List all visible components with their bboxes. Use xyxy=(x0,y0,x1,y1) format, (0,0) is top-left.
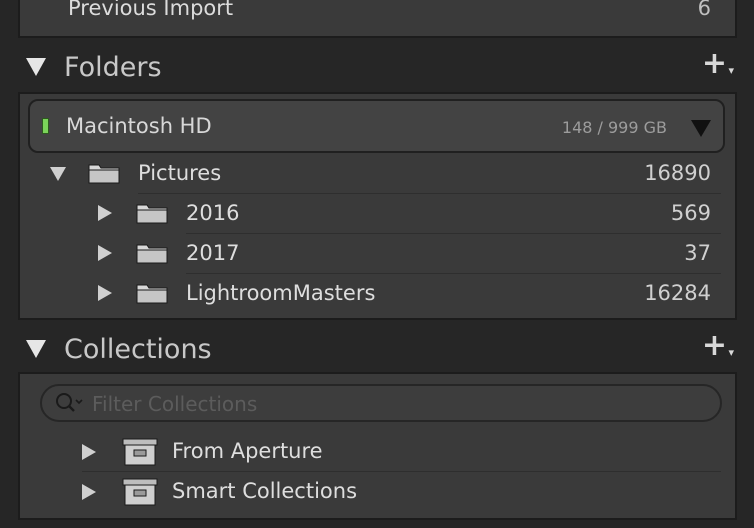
folder-count: 569 xyxy=(670,201,711,225)
filter-collections-field[interactable] xyxy=(40,384,722,422)
collection-set-icon xyxy=(122,438,158,466)
collections-title: Collections xyxy=(64,334,212,365)
collapse-triangle-icon[interactable] xyxy=(26,58,46,76)
folder-icon xyxy=(136,284,168,304)
folders-title: Folders xyxy=(64,52,162,83)
folder-count: 16890 xyxy=(644,161,711,185)
previous-import-label: Previous Import xyxy=(68,0,234,20)
chevron-down-icon: ▾ xyxy=(728,346,734,359)
volume-size: 148 / 999 GB xyxy=(561,118,667,137)
collection-set-row[interactable]: Smart Collections xyxy=(20,472,735,512)
folder-row-pictures[interactable]: Pictures 16890 xyxy=(20,154,735,194)
folders-panel: Macintosh HD 148 / 999 GB Pictures 16890… xyxy=(18,92,737,320)
folder-label: Pictures xyxy=(138,161,222,185)
collections-panel: From Aperture Smart Collections xyxy=(18,372,737,520)
collections-header[interactable]: Collections + ▾ xyxy=(18,324,737,376)
previous-import-count: 6 xyxy=(697,0,711,20)
folder-row-2017[interactable]: 2017 37 xyxy=(20,234,735,274)
folder-count: 16284 xyxy=(644,281,711,305)
folder-row-2016[interactable]: 2016 569 xyxy=(20,194,735,234)
disclosure-right-icon[interactable] xyxy=(98,245,112,261)
volume-name: Macintosh HD xyxy=(66,114,212,138)
disclosure-right-icon[interactable] xyxy=(98,205,112,221)
folder-icon xyxy=(136,244,168,264)
folder-label: 2016 xyxy=(186,201,240,225)
collection-set-icon xyxy=(122,478,158,506)
volume-status-led xyxy=(42,118,49,134)
folder-count: 37 xyxy=(684,241,711,265)
disclosure-right-icon[interactable] xyxy=(82,484,96,500)
disclosure-right-icon[interactable] xyxy=(98,285,112,301)
search-icon[interactable] xyxy=(54,390,84,416)
collapse-triangle-icon[interactable] xyxy=(26,340,46,358)
folder-icon xyxy=(136,204,168,224)
collection-set-label: From Aperture xyxy=(172,439,323,463)
folder-icon xyxy=(88,164,120,184)
disclosure-down-icon[interactable] xyxy=(50,167,66,181)
add-folder-button[interactable]: + xyxy=(702,46,727,81)
folder-label: 2017 xyxy=(186,241,240,265)
chevron-down-icon: ▾ xyxy=(728,64,734,77)
previous-import-row[interactable]: Previous Import 6 xyxy=(18,0,737,38)
volume-menu-triangle-icon[interactable] xyxy=(691,120,711,137)
filter-collections-input[interactable] xyxy=(90,390,694,418)
add-collection-button[interactable]: + xyxy=(702,328,727,363)
folders-header[interactable]: Folders + ▾ xyxy=(18,42,737,94)
disclosure-right-icon[interactable] xyxy=(82,444,96,460)
folder-label: LightroomMasters xyxy=(186,281,376,305)
folder-row-lightroommasters[interactable]: LightroomMasters 16284 xyxy=(20,274,735,314)
volume-macintosh-hd[interactable]: Macintosh HD 148 / 999 GB xyxy=(28,99,725,153)
collection-set-label: Smart Collections xyxy=(172,479,358,503)
collection-set-row[interactable]: From Aperture xyxy=(20,432,735,472)
